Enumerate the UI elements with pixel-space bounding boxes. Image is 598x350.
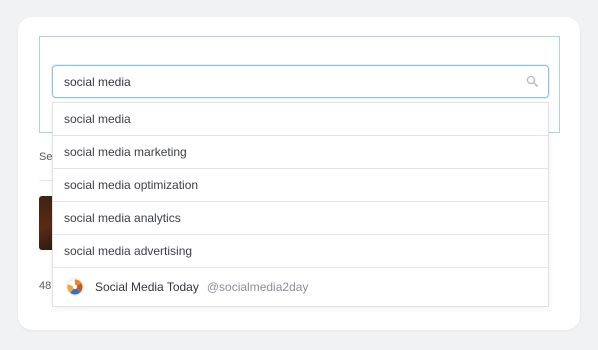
- suggestion-item[interactable]: social media: [53, 103, 548, 136]
- search-box: [52, 65, 549, 98]
- suggestion-item[interactable]: social media advertising: [53, 235, 548, 268]
- account-avatar-icon: [66, 278, 84, 296]
- suggestion-item[interactable]: social media marketing: [53, 136, 548, 169]
- suggestion-item[interactable]: social media analytics: [53, 202, 548, 235]
- search-input[interactable]: [53, 66, 524, 97]
- content-card: Se 48 social media social media marketin…: [18, 17, 580, 330]
- account-name: Social Media Today: [95, 280, 199, 294]
- suggestion-item[interactable]: social media optimization: [53, 169, 548, 202]
- account-handle: @socialmedia2day: [206, 280, 309, 294]
- background-section-label: Se: [39, 151, 53, 163]
- suggestions-dropdown: social media social media marketing soci…: [52, 102, 549, 307]
- search-icon[interactable]: [526, 75, 538, 87]
- account-suggestion[interactable]: Social Media Today @socialmedia2day: [53, 268, 548, 306]
- background-count: 48: [39, 280, 52, 292]
